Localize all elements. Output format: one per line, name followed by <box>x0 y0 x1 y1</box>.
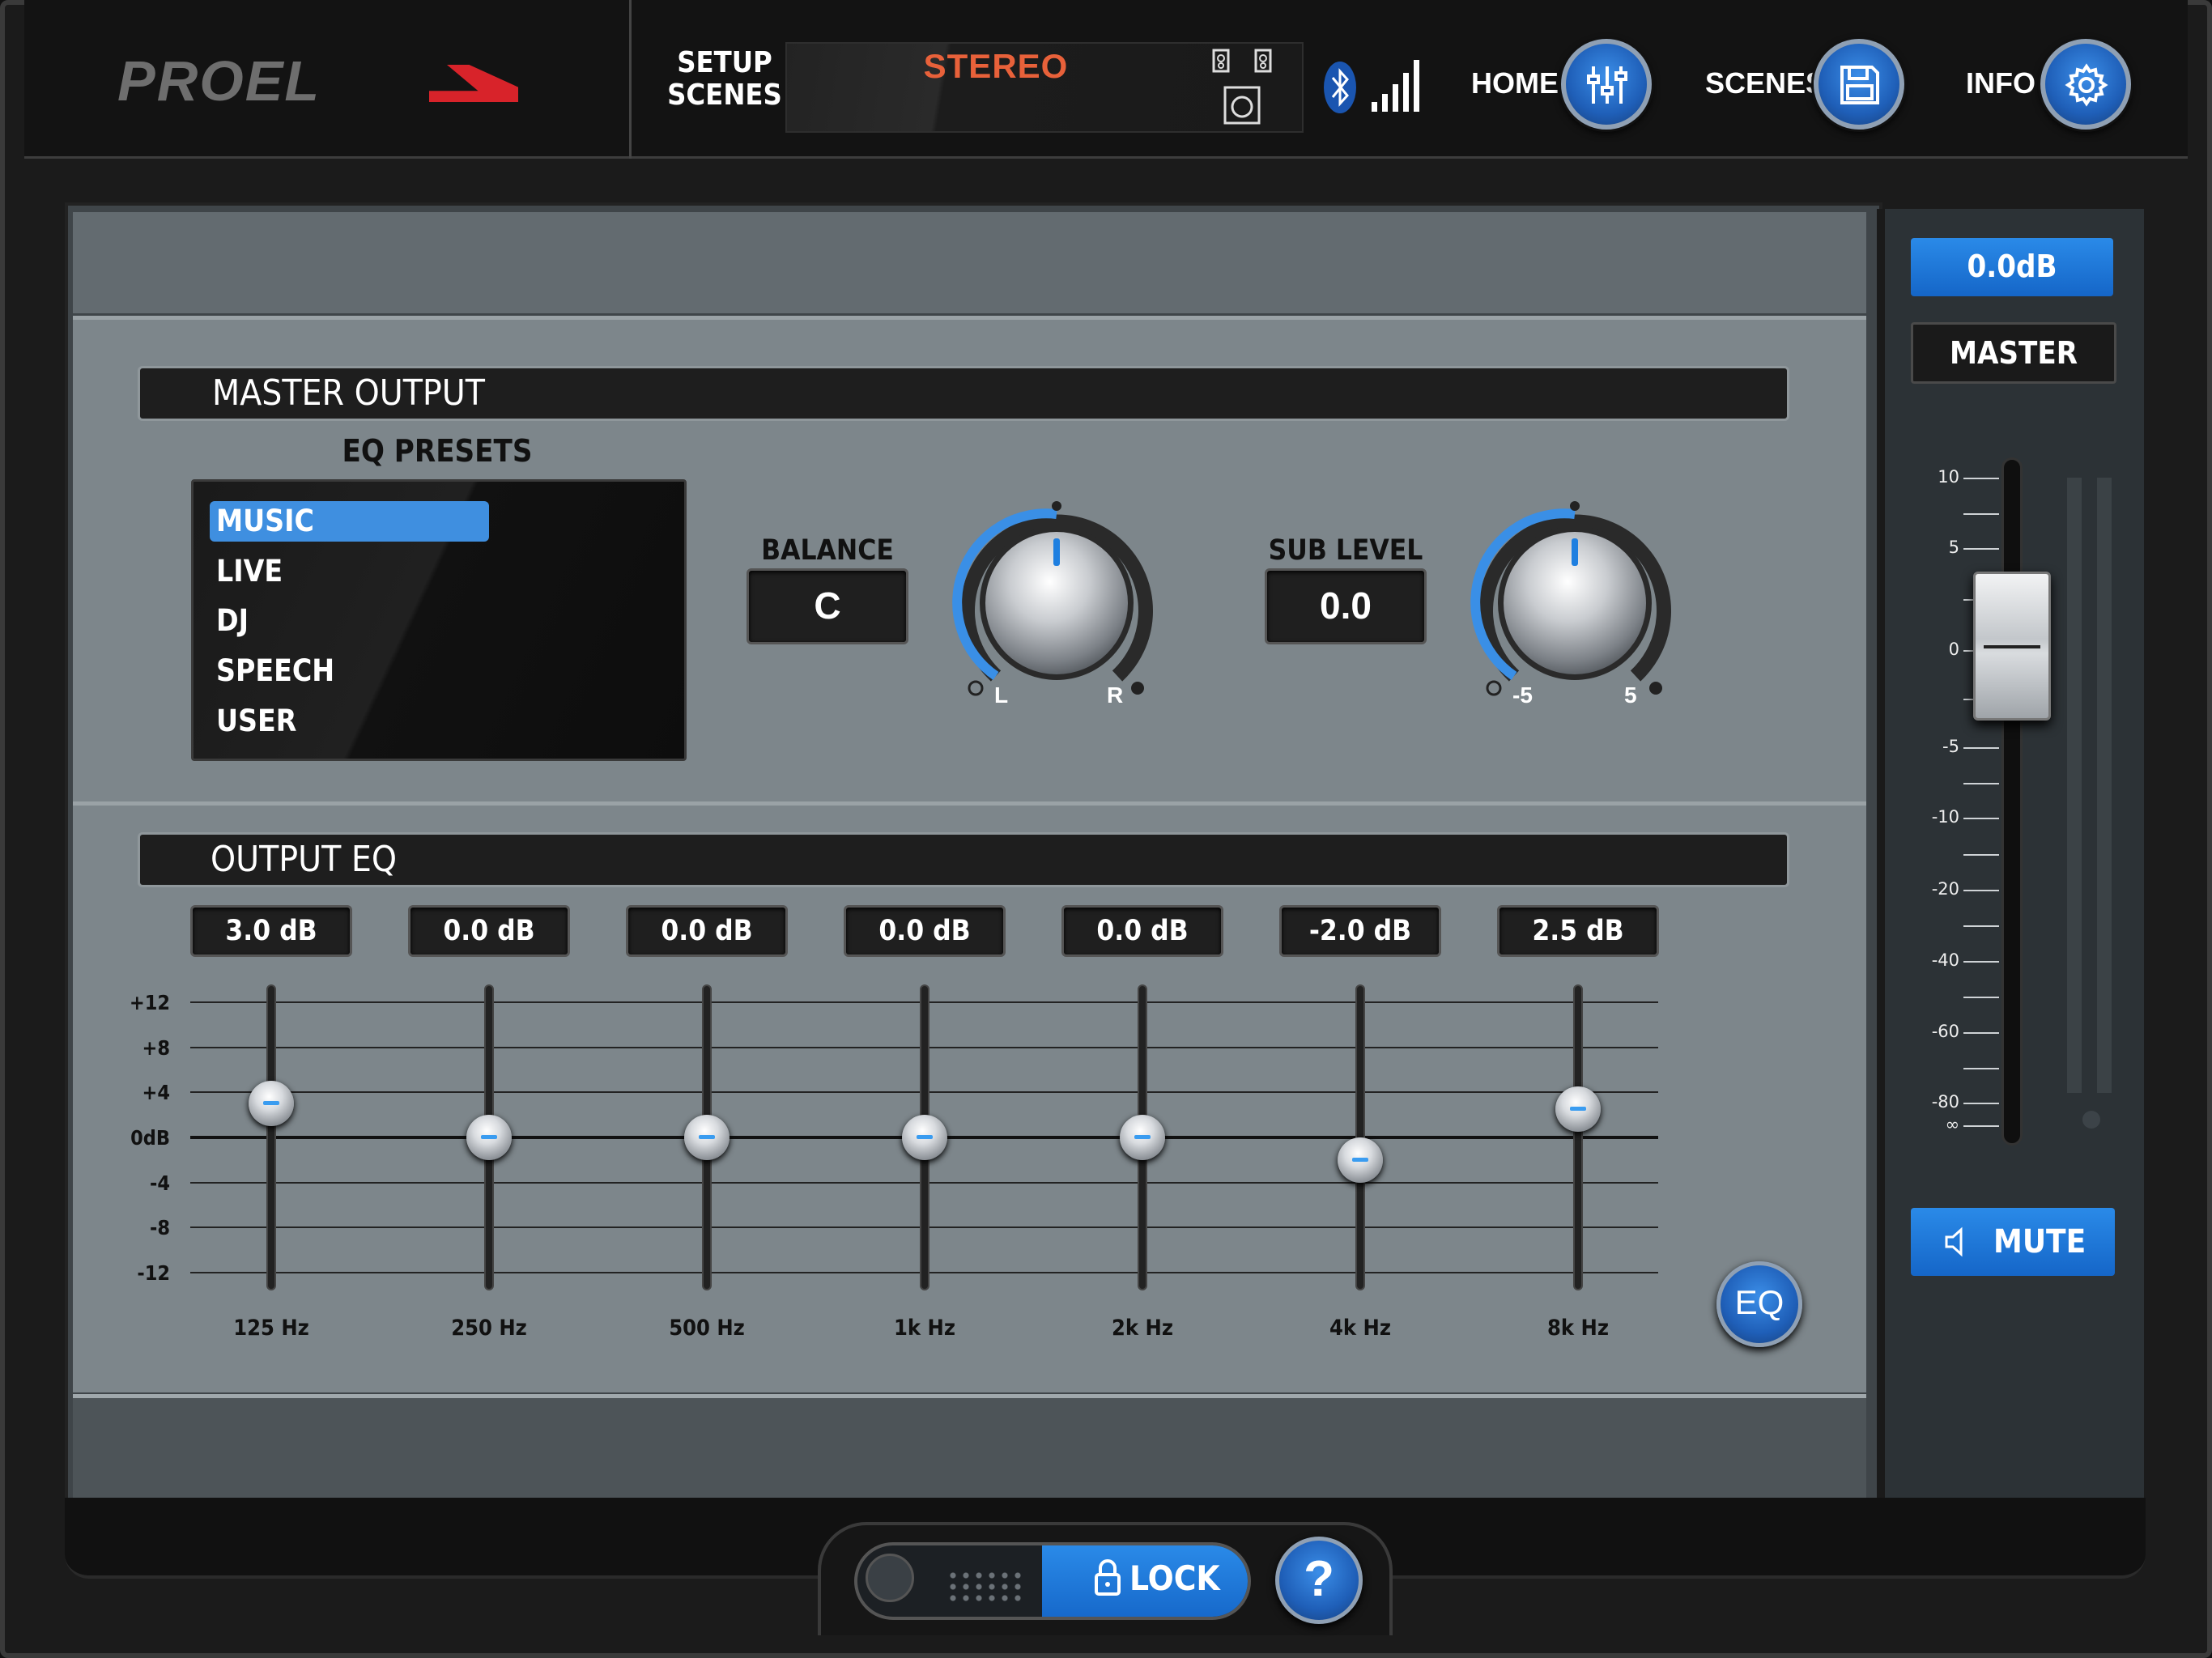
top-band <box>73 212 1866 313</box>
speakers-icon[interactable] <box>1210 49 1275 125</box>
balance-min-label: L <box>994 682 1009 708</box>
mute-label: MUTE <box>1993 1223 2087 1261</box>
mute-button[interactable]: MUTE <box>1911 1208 2115 1276</box>
brand-logo-mark <box>429 65 518 102</box>
lock-toggle-grip <box>946 1570 1027 1602</box>
preset-item-speech[interactable]: SPEECH <box>210 651 489 691</box>
eq-toggle-button[interactable]: EQ <box>1716 1261 1802 1347</box>
eq-band-knob[interactable] <box>466 1115 512 1160</box>
sub-level-min-label: -5 <box>1512 682 1533 708</box>
setup-scenes-label-line1: SETUP <box>677 46 772 79</box>
meter-bar-right <box>2097 478 2112 1093</box>
home-label[interactable]: HOME <box>1471 66 1559 100</box>
sub-level-knob[interactable] <box>1470 498 1680 708</box>
save-icon <box>1840 66 1879 104</box>
eq-band-knob[interactable] <box>902 1115 947 1160</box>
balance-max-label: R <box>1107 682 1124 708</box>
info-label[interactable]: INFO <box>1966 66 2035 100</box>
balance-knob[interactable] <box>951 498 1162 708</box>
eq-band-knob[interactable] <box>684 1115 730 1160</box>
brand-logo: PROEL <box>117 49 321 113</box>
sub-level-value[interactable]: 0.0 <box>1265 568 1427 644</box>
speaker-icon <box>1945 1226 1963 1257</box>
lock-label: LOCK <box>1129 1558 1220 1598</box>
bottom-band <box>73 1394 1866 1499</box>
eq-band-knob[interactable] <box>249 1081 294 1127</box>
mode-text: STEREO <box>923 47 1069 85</box>
eq-band-knob[interactable] <box>1338 1137 1383 1183</box>
setup-scenes-label-line2: SCENES <box>667 79 782 112</box>
master-channel-label[interactable]: MASTER <box>1911 322 2116 384</box>
eq-band-knob[interactable] <box>1555 1086 1601 1133</box>
master-fader-track <box>2001 457 2023 1146</box>
eq-band-knob[interactable] <box>1120 1115 1165 1160</box>
preset-item-user[interactable]: USER <box>210 701 489 742</box>
info-button[interactable] <box>2040 39 2131 130</box>
scenes-button[interactable] <box>1814 39 1904 130</box>
gear-icon <box>2065 63 2108 107</box>
master-level-readout[interactable]: 0.0dB <box>1911 238 2113 296</box>
preset-item-music[interactable]: MUSIC <box>210 501 489 542</box>
output-eq-title: OUTPUT EQ <box>211 839 398 880</box>
meter-bar-left <box>2067 478 2082 1093</box>
signal-strength-icon <box>1368 57 1425 113</box>
preset-item-dj[interactable]: DJ <box>210 601 489 641</box>
bluetooth-icon[interactable] <box>1320 58 1360 117</box>
clip-led <box>2082 1111 2100 1129</box>
help-button[interactable]: ? <box>1275 1537 1363 1624</box>
mixer-sliders-icon <box>1587 66 1627 104</box>
lock-icon <box>1095 1559 1121 1596</box>
sub-level-label: SUB LEVEL <box>1268 534 1423 567</box>
scenes-label[interactable]: SCENES <box>1705 66 1825 100</box>
sub-level-max-label: 5 <box>1624 682 1637 708</box>
balance-value[interactable]: C <box>747 568 908 644</box>
balance-label: BALANCE <box>761 534 894 567</box>
home-button[interactable] <box>1561 39 1652 130</box>
master-output-title: MASTER OUTPUT <box>212 372 485 414</box>
master-fader-handle[interactable] <box>1973 572 2051 721</box>
setup-scenes-button[interactable]: SETUP SCENES <box>640 47 810 112</box>
eq-presets-title: EQ PRESETS <box>342 433 533 469</box>
lock-toggle-knob[interactable] <box>866 1554 914 1602</box>
eq-preset-list[interactable]: MUSIC LIVE DJ SPEECH USER <box>191 479 687 761</box>
preset-item-live[interactable]: LIVE <box>210 551 489 592</box>
logo-area: PROEL <box>24 0 632 159</box>
